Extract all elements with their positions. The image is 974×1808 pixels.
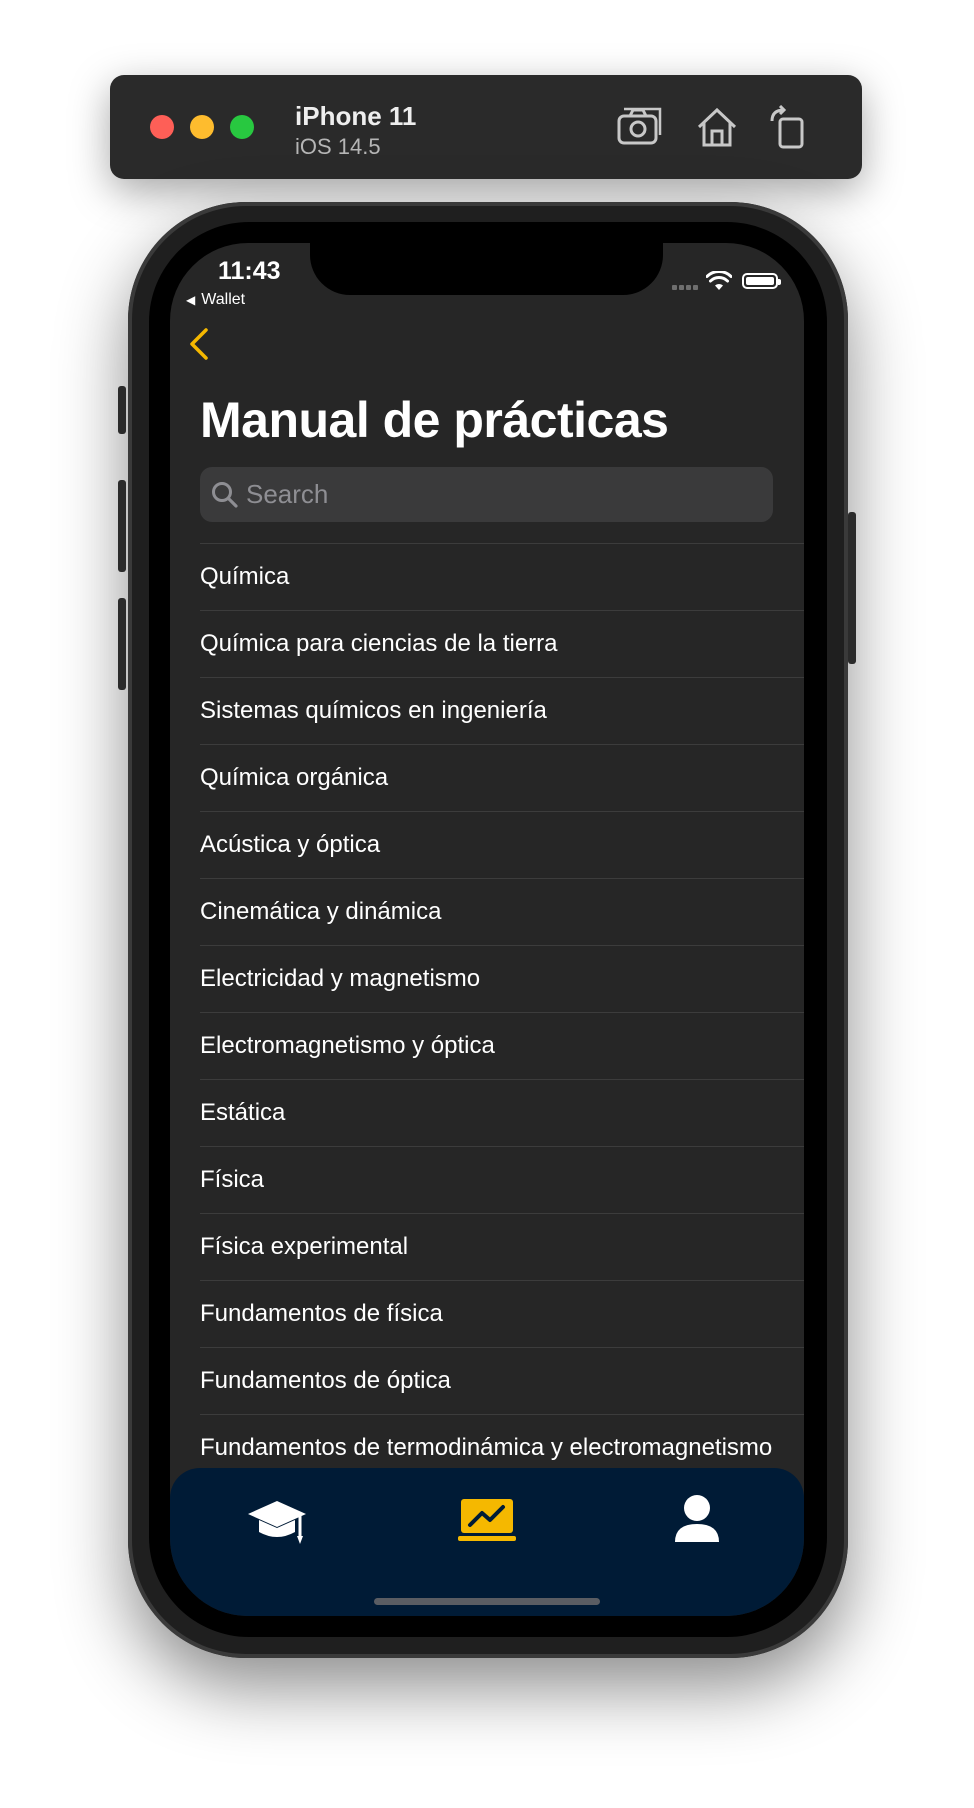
- volume-down-button: [118, 598, 126, 690]
- battery-icon: [742, 273, 781, 289]
- zoom-window-button[interactable]: [230, 115, 254, 139]
- search-bar: [200, 467, 773, 522]
- search-icon: [210, 480, 240, 510]
- device-name: iPhone 11: [295, 101, 417, 131]
- page-title: Manual de prácticas: [200, 392, 669, 448]
- status-time: 11:43: [218, 257, 281, 285]
- list-item[interactable]: Electromagnetismo y óptica: [200, 1012, 804, 1079]
- os-version: iOS 14.5: [295, 134, 381, 159]
- minimize-window-button[interactable]: [190, 115, 214, 139]
- list-item[interactable]: Sistemas químicos en ingeniería: [200, 677, 804, 744]
- list-item[interactable]: Fundamentos de física: [200, 1280, 804, 1347]
- chart-board-icon: [458, 1499, 516, 1541]
- list-item[interactable]: Química: [200, 543, 804, 610]
- notch: [310, 243, 663, 295]
- search-input[interactable]: [246, 467, 756, 522]
- close-window-button[interactable]: [150, 115, 174, 139]
- back-chevron-icon[interactable]: [186, 327, 212, 361]
- tab-courses[interactable]: [242, 1490, 312, 1550]
- back-triangle-icon: ◀: [186, 293, 196, 307]
- volume-up-button: [118, 480, 126, 572]
- home-icon[interactable]: [694, 105, 740, 149]
- user-icon: [675, 1495, 719, 1542]
- tab-profile[interactable]: [662, 1490, 732, 1550]
- back-app-label: Wallet: [201, 291, 246, 308]
- simulator-titlebar: iPhone 11 iOS 14.5: [110, 75, 862, 179]
- list-item[interactable]: Electricidad y magnetismo: [200, 945, 804, 1012]
- list-item[interactable]: Fundamentos de óptica: [200, 1347, 804, 1414]
- wifi-icon: [705, 270, 733, 291]
- power-button: [848, 512, 856, 664]
- list-item[interactable]: Física experimental: [200, 1213, 804, 1280]
- list-item[interactable]: Acústica y óptica: [200, 811, 804, 878]
- list-item[interactable]: Física: [200, 1146, 804, 1213]
- graduation-cap-icon: [248, 1501, 306, 1544]
- screenshot-icon[interactable]: [616, 105, 662, 149]
- tab-bar: [170, 1468, 804, 1616]
- subject-list: Química Química para ciencias de la tierr…: [200, 543, 804, 1481]
- list-item[interactable]: Química orgánica: [200, 744, 804, 811]
- list-item[interactable]: Cinemática y dinámica: [200, 878, 804, 945]
- list-item[interactable]: Estática: [200, 1079, 804, 1146]
- tab-practices[interactable]: [452, 1490, 522, 1550]
- phone-screen: 11:43 ◀ Wallet Manual de prácticas Químic…: [170, 243, 804, 1616]
- back-to-app-link[interactable]: ◀ Wallet: [186, 291, 245, 309]
- list-item[interactable]: Química para ciencias de la tierra: [200, 610, 804, 677]
- mute-switch: [118, 386, 126, 434]
- signal-icon: [672, 285, 702, 291]
- rotate-icon[interactable]: [766, 104, 812, 149]
- home-indicator[interactable]: [374, 1598, 600, 1605]
